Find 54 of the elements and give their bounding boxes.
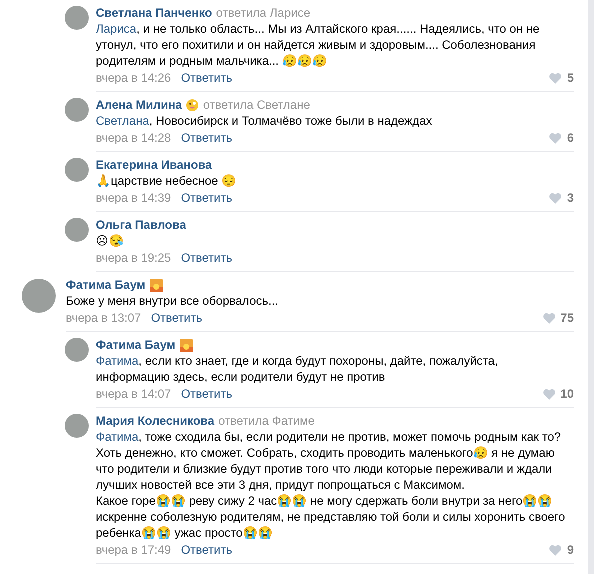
author-name[interactable]: Фатима Баум — [66, 277, 146, 293]
avatar[interactable] — [65, 158, 89, 182]
reply-link[interactable]: Ответить — [181, 250, 232, 266]
comment-time: вчера в 14:26 — [96, 70, 172, 86]
author-name[interactable]: Екатерина Иванова — [96, 157, 212, 173]
reply-link[interactable]: Ответить — [181, 130, 232, 146]
comment-text: Боже у меня внутри все оборвалось... — [66, 293, 280, 309]
mention-link[interactable]: Лариса — [96, 22, 137, 36]
heart-icon[interactable] — [542, 388, 556, 400]
reply-to-text: ответила Светлане — [203, 97, 310, 113]
like-count: 9 — [567, 542, 574, 558]
author-name[interactable]: Светлана Панченко — [96, 5, 212, 21]
avatar[interactable] — [65, 338, 89, 362]
author-name[interactable]: Фатима Баум — [96, 337, 176, 353]
reply-to-text: ответила Фатиме — [218, 413, 315, 429]
comment-text: Лариса, и не только область... Мы из Алтайского края...... Надеялись, что он не утонул, что его похитили и он найдется живым и здоровым.... Соболезнования родителям и родным мальчика... 😥😥😥 — [96, 21, 541, 69]
heart-icon[interactable] — [549, 72, 562, 84]
comment-time: вчера в 14:07 — [96, 386, 172, 402]
heart-icon[interactable] — [549, 132, 562, 144]
comment-text: Светлана, Новосибирск и Толмачёво тоже были в надеждах — [96, 113, 434, 129]
comment-time: вчера в 14:28 — [96, 130, 172, 146]
comment-time: вчера в 17:49 — [96, 542, 172, 558]
comment-time: вчера в 14:39 — [96, 190, 172, 206]
avatar[interactable] — [65, 98, 89, 122]
comment-text: Фатима, тоже сходила бы, если родители не против, может помочь родным как то? Хоть денежно, кто сможет. Собрать, сходить проводить маленького😥 я не думаю что родители и близкие будут против того что люди которые переживали и ждали лучших новостей все эти 3 дня, придут попрощаться с Максимом. Какое горе😭😭 реву сижу 2 час😭😭 не могу сдержать боли внутри за него😭😭 искренне соболезную родителям, не представляю той боли и силы хоронить своего ребенка😭😭 ужас просто😭😭 — [96, 429, 566, 541]
comment-time: вчера в 19:25 — [96, 250, 172, 266]
like-count: 6 — [567, 130, 574, 146]
avatar[interactable] — [65, 414, 89, 438]
reply-link[interactable]: Ответить — [151, 310, 202, 326]
comment-time: вчера в 13:07 — [66, 310, 142, 326]
like-count: 10 — [560, 386, 574, 402]
mention-link[interactable]: Фатима — [96, 354, 139, 368]
avatar[interactable] — [22, 279, 56, 313]
like-count: 3 — [567, 190, 574, 206]
author-name[interactable]: Ольга Павлова — [96, 217, 186, 233]
author-name[interactable]: Мария Колесникова — [96, 413, 215, 429]
like-count: 5 — [567, 70, 574, 86]
avatar[interactable] — [65, 6, 89, 30]
heart-icon[interactable] — [549, 192, 562, 204]
avatar[interactable] — [65, 218, 89, 242]
mention-link[interactable]: Светлана — [96, 114, 150, 128]
reply-link[interactable]: Ответить — [181, 70, 232, 86]
reply-to-text: ответила Ларисе — [216, 5, 311, 21]
heart-icon[interactable] — [549, 544, 562, 556]
comment-text: Фатима, если кто знает, где и когда будут похороны, дайте, пожалуйста, информацию здесь, если родители будут не против — [96, 353, 500, 385]
heart-icon[interactable] — [542, 312, 556, 324]
comment-text: 🙏царствие небесное 😔 — [96, 173, 238, 189]
reply-link[interactable]: Ответить — [181, 386, 232, 402]
mention-link[interactable]: Фатима — [96, 430, 139, 444]
reply-link[interactable]: Ответить — [181, 190, 232, 206]
reply-link[interactable]: Ответить — [181, 542, 232, 558]
comment-text: ☹😪 — [96, 233, 125, 249]
author-name[interactable]: Алена Милина — [96, 97, 182, 113]
like-count: 75 — [560, 310, 574, 326]
